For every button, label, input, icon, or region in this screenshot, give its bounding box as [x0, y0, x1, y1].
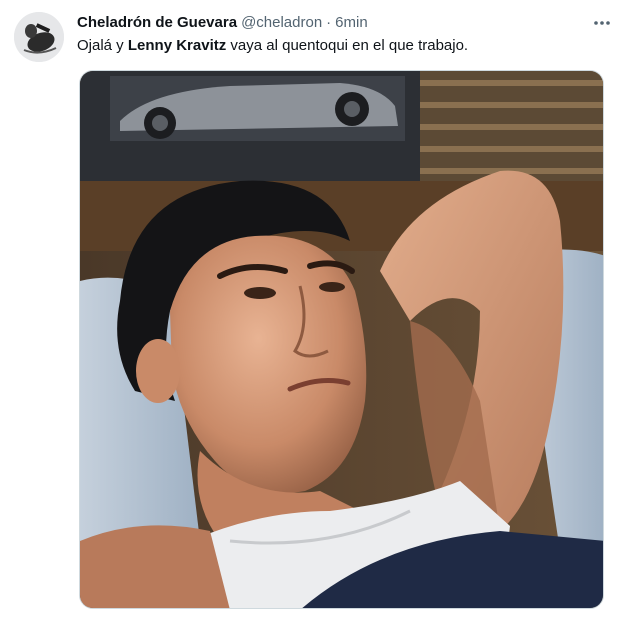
tweet-text-part-1: Ojalá y [77, 37, 128, 54]
tweet-card[interactable]: Cheladrón de Guevara @cheladron · 6min O… [0, 0, 619, 620]
tweet-text-mention-first: Lenny [127, 37, 173, 54]
more-horizontal-icon[interactable] [590, 12, 614, 34]
author-handle[interactable]: @cheladron [241, 13, 322, 33]
tweet-text-part-3: vaya al quentoqui en el que trabajo. [226, 37, 469, 54]
avatar[interactable] [14, 12, 64, 62]
more-dots-graphic [594, 21, 610, 25]
avatar-image [14, 12, 64, 62]
tweet-text: Ojalá y Lenny Kravitz vaya al quentoqui … [77, 36, 597, 56]
tweet-header: Cheladrón de Guevara @cheladron · 6min [77, 13, 368, 33]
tweet-timestamp[interactable]: 6min [335, 13, 368, 33]
tweet-media-photo[interactable] [79, 70, 604, 609]
separator-dot: · [326, 14, 332, 31]
tweet-text-mention-last: Kravitz [176, 37, 227, 54]
photo-man-lying-in-bed [80, 71, 603, 608]
author-display-name[interactable]: Cheladrón de Guevara [77, 13, 237, 33]
